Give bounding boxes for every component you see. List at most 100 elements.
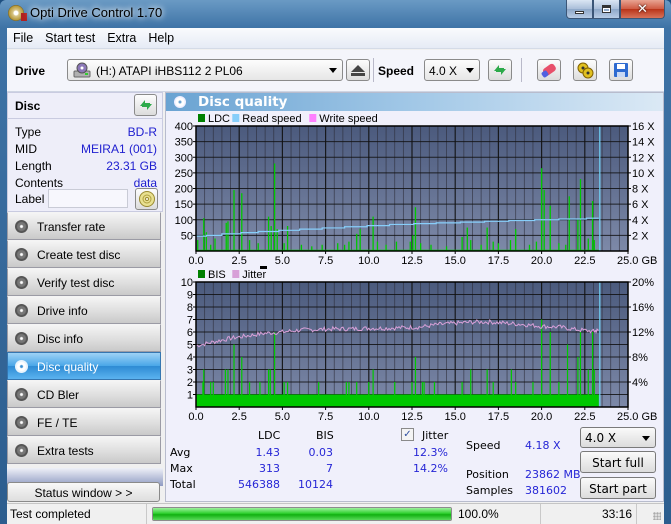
- start-part-button[interactable]: Start part: [580, 477, 656, 499]
- erase-button[interactable]: [537, 59, 561, 81]
- y-tick-label: 3: [187, 365, 193, 377]
- test-disc-icon: [15, 220, 28, 233]
- x-tick-label: 15.0: [444, 411, 465, 423]
- resize-grip-icon[interactable]: [653, 512, 661, 520]
- nav-item-label: Create test disc: [37, 248, 121, 262]
- legend-label: BIS: [208, 269, 226, 281]
- save-icon: [614, 63, 628, 77]
- legend-swatch: [232, 114, 240, 122]
- stats-header-jitter: Jitter: [422, 429, 449, 442]
- nav-item-create-test-disc[interactable]: Create test disc: [7, 240, 161, 268]
- legend-label: LDC: [208, 113, 230, 125]
- total-ldc: 546388: [238, 478, 280, 491]
- nav-item-extra-tests[interactable]: Extra tests: [7, 436, 161, 464]
- y-tick-label: 200: [175, 184, 193, 196]
- y-tick-label: 9: [187, 290, 193, 302]
- speed-readout-value: 4.18 X: [525, 439, 561, 452]
- test-disc-icon: [15, 304, 28, 317]
- drive-select[interactable]: (H:) ATAPI iHBS112 2 PL06: [67, 59, 343, 81]
- disc-label-button[interactable]: [135, 188, 158, 210]
- close-icon: ✕: [637, 1, 648, 17]
- start-full-button[interactable]: Start full: [580, 451, 656, 473]
- y2-tick-label: 16%: [632, 302, 654, 314]
- disc-key: Length: [15, 159, 52, 173]
- stats-label-avg: Avg: [170, 446, 191, 459]
- status-window-button[interactable]: Status window > >: [7, 482, 160, 502]
- disc-title: Disc: [15, 99, 41, 113]
- app-window: Opti Drive Control 1.70 ✕ File Start tes…: [0, 0, 671, 524]
- status-bar: Test completed 100.0% 33:16: [7, 503, 664, 524]
- x-tick-label: 22.5: [574, 411, 595, 423]
- y2-tick-label: 8%: [632, 352, 648, 364]
- disc-icon: [138, 191, 155, 207]
- disc-key: Contents: [15, 176, 64, 190]
- y-tick-label: 7: [187, 315, 193, 327]
- eject-button[interactable]: [346, 59, 370, 81]
- client-area: File Start test Extra Help Drive (H:) AT…: [7, 28, 664, 524]
- refresh-button[interactable]: [488, 59, 512, 81]
- menu-help[interactable]: Help: [142, 28, 180, 48]
- nav-item-drive-info[interactable]: Drive info: [7, 296, 161, 324]
- speed-label: Speed: [378, 64, 415, 78]
- y2-tick-label: 10 X: [632, 168, 655, 180]
- chevron-down-icon: [466, 68, 474, 73]
- nav-item-label: Verify test disc: [37, 276, 115, 290]
- speed-select[interactable]: 4.0 X: [424, 59, 480, 81]
- nav-item-label: Transfer rate: [37, 220, 106, 234]
- disc-label-input[interactable]: [48, 189, 128, 208]
- legend-swatch: [232, 270, 240, 278]
- drive-label: Drive: [15, 64, 46, 78]
- nav-item-verify-test-disc[interactable]: Verify test disc: [7, 268, 161, 296]
- refresh-icon: [494, 65, 506, 75]
- y2-tick-label: 12%: [632, 327, 654, 339]
- avg-bis: 0.03: [308, 446, 334, 459]
- menu-start-test[interactable]: Start test: [39, 28, 101, 48]
- legend-label: Write speed: [319, 113, 378, 125]
- nav-item-disc-quality[interactable]: Disc quality: [7, 352, 161, 380]
- test-disc-icon: [15, 416, 28, 429]
- y2-tick-label: 12 X: [632, 152, 655, 164]
- nav-item-label: Extra tests: [37, 444, 94, 458]
- disc-quality-panel: Disc quality 400 350 300 250 200 150 100 50 16 X…: [165, 92, 664, 502]
- x-tick-label: 5.0: [275, 255, 290, 267]
- test-speed-select[interactable]: 4.0 X: [580, 427, 656, 448]
- elapsed-time: 33:16: [541, 504, 637, 524]
- x-tick-label: 17.5: [488, 255, 509, 267]
- menu-extra[interactable]: Extra: [101, 28, 142, 48]
- legend-swatch: [309, 114, 317, 122]
- ldc-chart: 400 350 300 250 200 150 100 50 16 X 14 X 12 X 10 X 8…: [175, 113, 658, 267]
- minimize-button[interactable]: [566, 0, 593, 19]
- y2-tick-label: 6 X: [632, 199, 649, 211]
- position-label: Position: [466, 468, 509, 481]
- x-tick-label: 0.0: [188, 255, 203, 267]
- disc-panel: Disc Type BD-R MID MEIRA1 (001) Length 23.3…: [7, 92, 163, 212]
- bis-baseline: [196, 394, 599, 407]
- drive-value: (H:) ATAPI iHBS112 2 PL06: [96, 64, 243, 78]
- disc-header: Disc: [8, 93, 162, 119]
- nav-item-fe-te[interactable]: FE / TE: [7, 408, 161, 436]
- toolbar-separator: [373, 58, 374, 82]
- menu-file[interactable]: File: [7, 28, 39, 48]
- maximize-button[interactable]: [593, 0, 620, 19]
- close-button[interactable]: ✕: [620, 0, 665, 19]
- x-tick-label: 7.5: [318, 411, 333, 423]
- disc-refresh-button[interactable]: [134, 94, 157, 116]
- y-tick-label: 6: [187, 327, 193, 339]
- title-bar[interactable]: Opti Drive Control 1.70 ✕: [0, 0, 671, 28]
- max-jitter: 14.2%: [413, 462, 448, 475]
- disc-label-key: Label: [15, 192, 45, 206]
- stats-label-max: Max: [170, 462, 193, 475]
- nav-item-disc-info[interactable]: Disc info: [7, 324, 161, 352]
- settings-button[interactable]: [573, 59, 597, 81]
- samples-label: Samples: [466, 484, 513, 497]
- nav-item-transfer-rate[interactable]: Transfer rate: [7, 212, 161, 240]
- test-disc-icon: [15, 248, 28, 261]
- nav-item-cd-bler[interactable]: CD Bler: [7, 380, 161, 408]
- window-controls: ✕: [566, 0, 665, 20]
- x-tick-label: 7.5: [318, 255, 333, 267]
- y-tick-label: 4: [187, 352, 193, 364]
- save-button[interactable]: [609, 59, 633, 81]
- avg-ldc: 1.43: [255, 446, 281, 459]
- jitter-checkbox[interactable]: ✓: [401, 428, 414, 441]
- maximize-icon: [602, 5, 611, 13]
